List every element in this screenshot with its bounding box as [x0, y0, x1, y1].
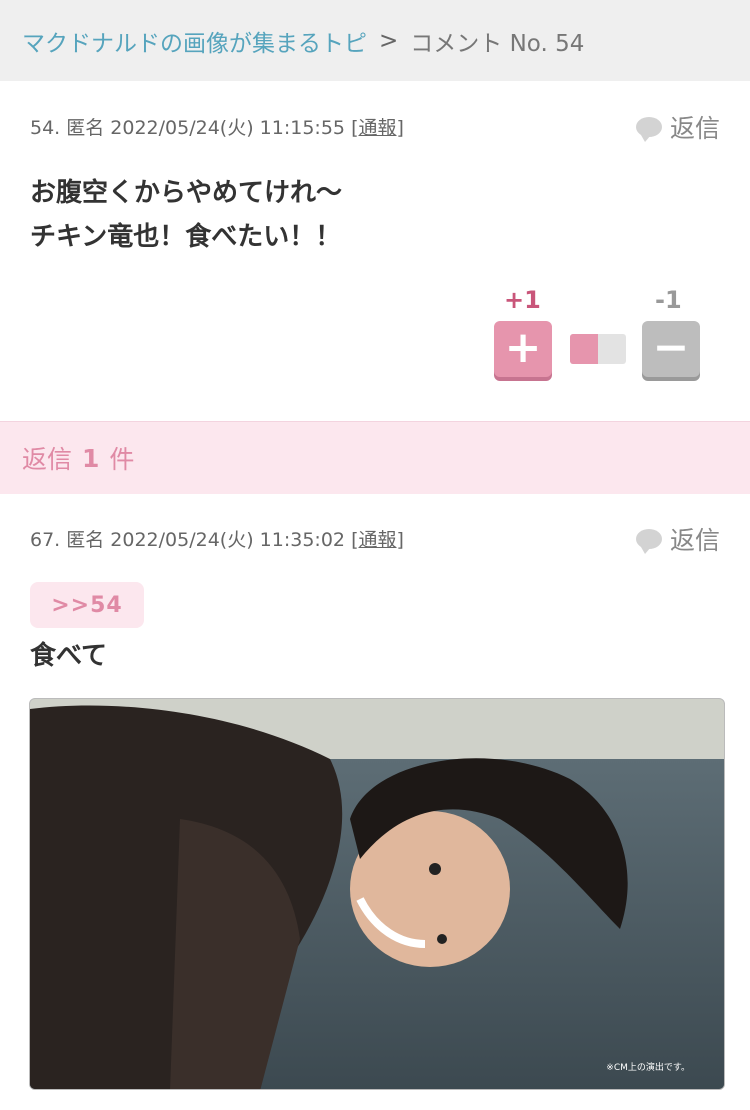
comment-meta: 54. 匿名 2022/05/24(火) 11:15:55 [通報] — [30, 113, 404, 140]
plus-count: +1 — [504, 286, 541, 314]
breadcrumb-current: コメント No. 54 — [410, 30, 585, 57]
speech-bubble-icon — [635, 529, 662, 554]
speech-bubble-icon — [635, 117, 662, 142]
vote-ratio-bar — [570, 334, 626, 364]
breadcrumb-separator: > — [379, 27, 399, 54]
replies-suffix: 件 — [109, 445, 135, 474]
reply-anchor-link[interactable]: >>54 — [30, 582, 144, 628]
comment-photo[interactable]: ※CM上の演出です。 — [29, 698, 725, 1090]
photo-caption: ※CM上の演出です。 — [606, 1063, 690, 1073]
comment-body: お腹空くからやめてけれ〜 チキン竜也！食べたい！！ — [30, 171, 342, 259]
photo-illustration — [30, 699, 724, 1089]
comment-meta-text: 54. 匿名 2022/05/24(火) 11:15:55 — [30, 117, 346, 139]
comment-54: 54. 匿名 2022/05/24(火) 11:15:55 [通報] 返信 お腹… — [0, 81, 750, 421]
minus-count: -1 — [655, 286, 682, 314]
breadcrumb: マクドナルドの画像が集まるトピ > コメント No. 54 — [0, 0, 750, 81]
reply-label: 返信 — [669, 114, 720, 143]
reply-button[interactable]: 返信 — [635, 521, 720, 557]
comment-body-line: お腹空くからやめてけれ〜 — [30, 178, 343, 208]
replies-bar[interactable]: 返信 1 件 — [0, 421, 750, 494]
comment-meta-text: 67. 匿名 2022/05/24(火) 11:35:02 — [30, 529, 346, 551]
vote-ratio-fill — [570, 334, 598, 364]
comment-meta: 67. 匿名 2022/05/24(火) 11:35:02 [通報] — [30, 525, 404, 552]
minus-vote-button[interactable]: − — [642, 321, 700, 377]
reply-label: 返信 — [669, 526, 720, 555]
replies-prefix: 返信 — [22, 445, 73, 474]
replies-count: 1 — [82, 443, 100, 473]
plus-vote-button[interactable]: + — [494, 321, 552, 377]
topic-link[interactable]: マクドナルドの画像が集まるトピ — [22, 24, 367, 58]
report-link[interactable]: [通報] — [351, 529, 404, 551]
report-link[interactable]: [通報] — [351, 117, 404, 139]
comment-body-line: チキン竜也！食べたい！！ — [30, 222, 342, 252]
reply-button[interactable]: 返信 — [635, 109, 720, 145]
comment-body: 食べて — [30, 641, 107, 671]
